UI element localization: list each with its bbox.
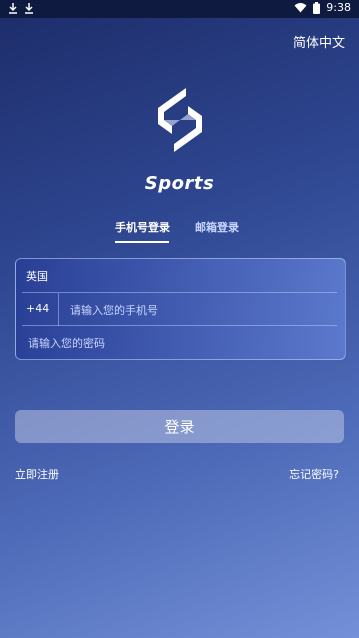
login-form: 英国 +44: [15, 258, 346, 361]
forgot-password-link[interactable]: 忘记密码?: [289, 466, 339, 482]
country-selector[interactable]: 英国: [16, 259, 345, 292]
status-bar: 9:38: [0, 0, 359, 18]
notification-icons: [8, 2, 34, 14]
download-icon: [9, 3, 17, 14]
login-button[interactable]: 登录: [15, 410, 344, 443]
brand-name: Sports: [144, 173, 215, 194]
password-input[interactable]: [26, 326, 330, 361]
tab-phone-login[interactable]: 手机号登录: [115, 219, 170, 235]
password-row: [22, 325, 337, 361]
sports-logo-icon: [158, 88, 202, 152]
system-status: 9:38: [294, 1, 351, 14]
register-link[interactable]: 立即注册: [15, 466, 59, 482]
clock: 9:38: [326, 1, 351, 14]
download-icon: [25, 3, 33, 14]
language-switch[interactable]: 简体中文: [293, 32, 345, 51]
phone-row: +44: [22, 292, 337, 328]
active-tab-indicator: [115, 241, 169, 243]
divider: [58, 293, 59, 326]
tab-email-login[interactable]: 邮箱登录: [195, 219, 239, 235]
battery-icon: [313, 1, 321, 14]
country-label: 英国: [26, 270, 48, 283]
login-tabs: 手机号登录 邮箱登录: [0, 219, 359, 245]
phone-input[interactable]: [68, 293, 332, 328]
country-code[interactable]: +44: [26, 302, 49, 315]
wifi-icon: [294, 3, 307, 13]
